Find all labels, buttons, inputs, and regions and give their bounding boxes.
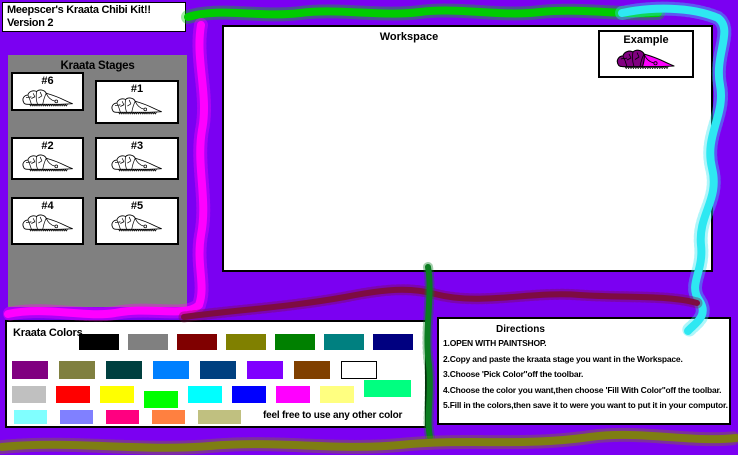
colors-panel-title: Kraata Colors — [13, 327, 83, 339]
color-swatch[interactable] — [12, 361, 48, 379]
stage-label: #2 — [41, 140, 54, 152]
kraata-drawing — [19, 213, 77, 234]
title-box: Meepscer's Kraata Chibi Kit!! Version 2 — [2, 2, 186, 32]
colors-note: feel free to use any other color — [263, 410, 403, 421]
kraata-drawing — [108, 213, 166, 234]
color-swatch[interactable] — [320, 386, 354, 403]
color-swatch[interactable] — [341, 361, 377, 379]
olive-bottom-squiggle — [0, 427, 738, 455]
color-swatch[interactable] — [79, 334, 119, 350]
color-swatch[interactable] — [59, 361, 95, 379]
kit-title: Meepscer's Kraata Chibi Kit!! — [7, 4, 151, 16]
color-swatch[interactable] — [144, 391, 178, 408]
stage-box-6[interactable]: #6 — [11, 72, 84, 111]
stage-box-3[interactable]: #3 — [95, 137, 179, 180]
stages-panel: Kraata Stages #1 #2 #3 #4 #5 #6 — [8, 55, 187, 307]
example-box: Example — [598, 30, 694, 78]
color-swatch[interactable] — [56, 386, 90, 403]
color-swatch[interactable] — [232, 386, 266, 403]
directions-panel: Directions 1.OPEN WITH PAINTSHOP. 2.Copy… — [437, 317, 731, 425]
colors-panel: Kraata Colors feel free to use any other… — [5, 320, 427, 428]
stage-box-2[interactable]: #2 — [11, 137, 84, 180]
workspace-title: Workspace — [379, 31, 439, 43]
color-swatch[interactable] — [198, 410, 241, 424]
example-title: Example — [623, 34, 669, 46]
color-swatch[interactable] — [152, 410, 185, 424]
direction-step-4: 4.Choose the color you want,then choose … — [443, 384, 722, 395]
color-swatch[interactable] — [100, 386, 134, 403]
stages-panel-title: Kraata Stages — [60, 60, 135, 72]
stage-label: #5 — [130, 200, 144, 212]
color-swatch[interactable] — [324, 334, 364, 350]
example-kraata-drawing — [616, 49, 675, 69]
stage-label: #3 — [130, 140, 144, 152]
stage-box-4[interactable]: #4 — [11, 197, 84, 245]
kraata-drawing — [19, 153, 77, 174]
kit-version: Version 2 — [7, 17, 54, 29]
direction-step-2: 2.Copy and paste the kraata stage you wa… — [443, 353, 683, 364]
color-swatch[interactable] — [275, 334, 315, 350]
kraata-drawing — [108, 153, 166, 174]
color-swatch[interactable] — [373, 334, 413, 350]
color-swatch[interactable] — [226, 334, 266, 350]
color-swatch[interactable] — [12, 386, 46, 403]
workspace-area[interactable]: Workspace Example — [222, 25, 713, 272]
kraata-drawing — [108, 96, 166, 117]
color-swatch[interactable] — [106, 361, 142, 379]
color-swatch[interactable] — [200, 361, 236, 379]
direction-step-5: 5.Fill in the colors,then save it to wer… — [443, 400, 728, 410]
color-swatch[interactable] — [177, 334, 217, 350]
stage-box-1[interactable]: #1 — [95, 80, 179, 124]
color-swatch[interactable] — [128, 334, 168, 350]
direction-step-3: 3.Choose 'Pick Color''off the toolbar. — [443, 369, 584, 379]
color-swatch[interactable] — [153, 361, 189, 379]
directions-title: Directions — [496, 324, 545, 335]
stage-label: #6 — [41, 75, 54, 87]
color-swatch[interactable] — [14, 410, 47, 424]
color-swatch[interactable] — [276, 386, 310, 403]
green-vertical-squiggle — [422, 262, 435, 442]
maroon-middle-squiggle — [178, 284, 703, 323]
color-row-2 — [12, 361, 377, 379]
color-swatch[interactable] — [106, 410, 139, 424]
color-swatch[interactable] — [188, 386, 222, 403]
kraata-drawing — [19, 88, 77, 109]
color-swatch[interactable] — [294, 361, 330, 379]
green-top-squiggle — [181, 3, 665, 24]
stage-label: #1 — [130, 83, 144, 95]
color-swatch[interactable] — [364, 380, 411, 397]
color-row-1 — [79, 334, 413, 350]
color-swatch[interactable] — [60, 410, 93, 424]
color-row-4 — [14, 410, 241, 424]
stage-label: #4 — [41, 200, 54, 212]
color-row-3 — [12, 380, 411, 408]
color-swatch[interactable] — [247, 361, 283, 379]
direction-step-1: 1.OPEN WITH PAINTSHOP. — [443, 338, 547, 348]
stage-box-5[interactable]: #5 — [95, 197, 179, 245]
